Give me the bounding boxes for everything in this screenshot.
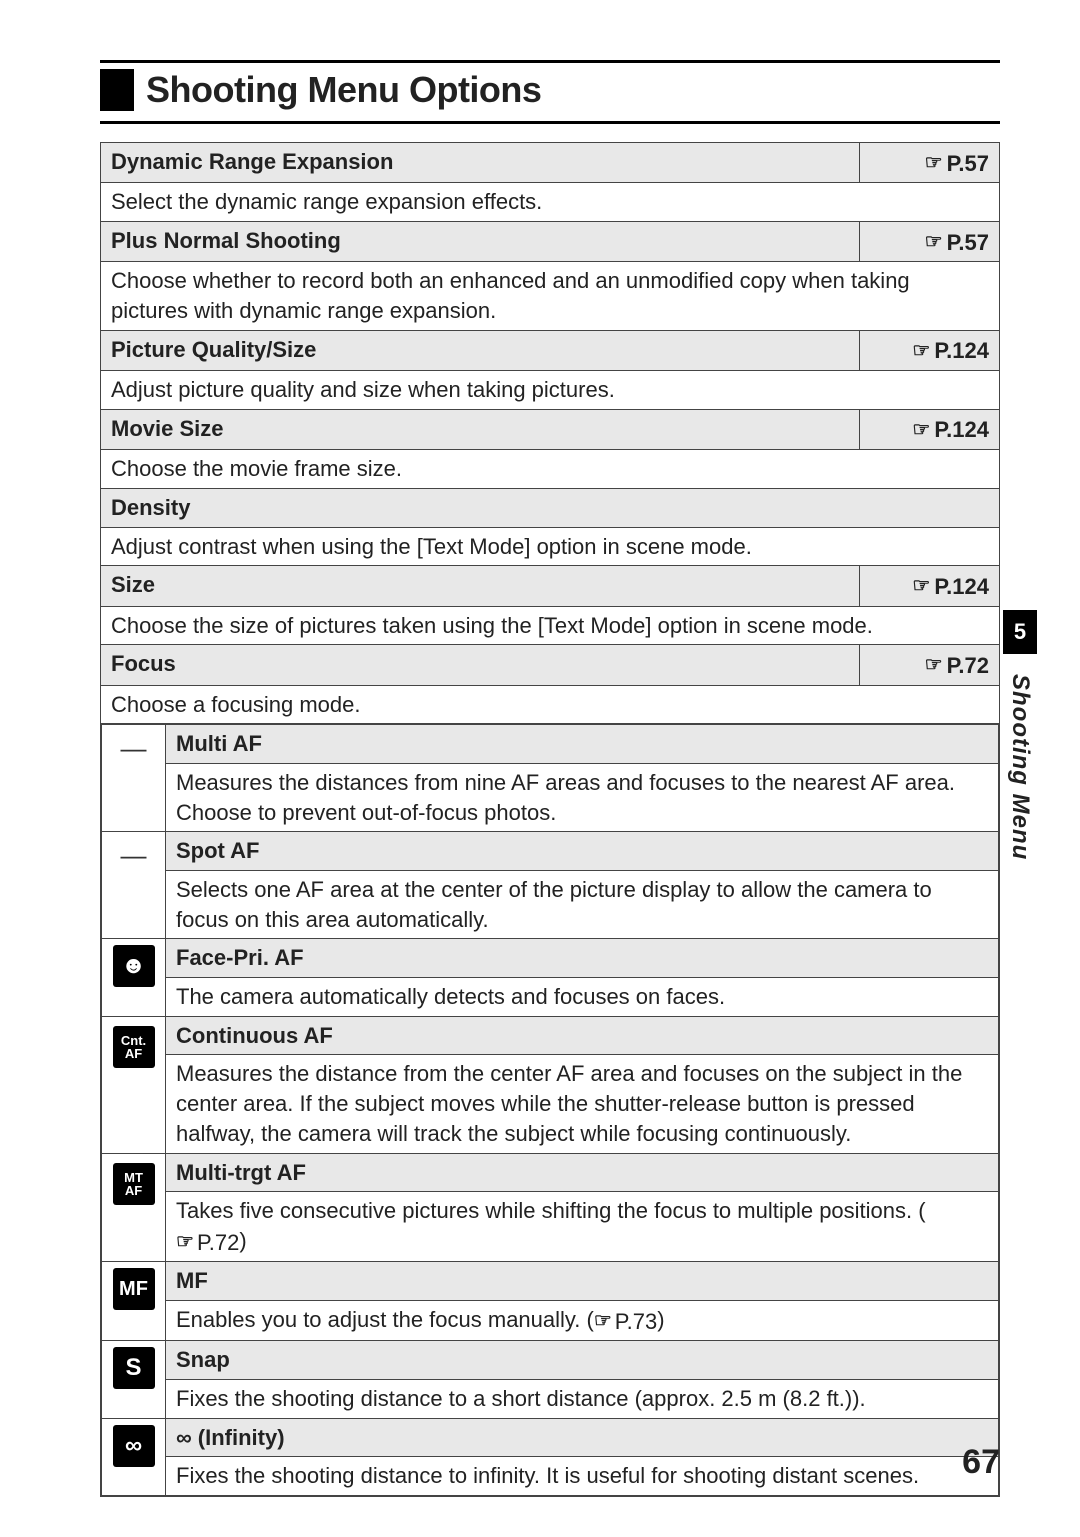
pointer-icon: ☞ — [912, 573, 930, 600]
multi-target-af-icon: MTAF — [113, 1163, 155, 1205]
focus-icon-cell: ∞ — [102, 1418, 166, 1495]
options-table: Dynamic Range Expansion☞P.57 Select the … — [100, 142, 1000, 1497]
focus-mode-row: MTAF Multi-trgt AF — [102, 1153, 999, 1192]
row-movie-size-head: Movie Size☞P.124 — [101, 409, 1000, 449]
pointer-icon: ☞ — [176, 1229, 194, 1256]
chapter-number: 5 — [1003, 610, 1037, 654]
chapter-label: Shooting Menu — [1006, 674, 1034, 860]
snap-icon: S — [113, 1347, 155, 1389]
focus-mode-row: ☻ Face-Pri. AF — [102, 939, 999, 978]
row-title: Movie Size — [101, 409, 860, 449]
focus-mode-desc: Selects one AF area at the center of the… — [166, 871, 999, 939]
row-title: Size — [101, 566, 860, 606]
focus-mode-desc: Measures the distance from the center AF… — [166, 1055, 999, 1153]
focus-mode-desc: Takes five consecutive pictures while sh… — [166, 1192, 999, 1262]
focus-mode-row: ∞ ∞ (Infinity) — [102, 1418, 999, 1457]
row-desc: Choose the movie frame size. — [101, 450, 1000, 489]
focus-icon-cell: — — [102, 725, 166, 832]
focus-mode-desc: Measures the distances from nine AF area… — [166, 763, 999, 831]
focus-mode-desc: Fixes the shooting distance to a short d… — [166, 1379, 999, 1418]
row-picture-quality-head: Picture Quality/Size☞P.124 — [101, 330, 1000, 370]
focus-mode-row: S Snap — [102, 1341, 999, 1380]
pointer-icon: ☞ — [925, 652, 943, 679]
focus-mode-name: Multi AF — [166, 725, 999, 764]
chapter-tab: 5 Shooting Menu — [1000, 610, 1040, 860]
focus-mode-row: MF MF — [102, 1262, 999, 1301]
row-plus-normal-head: Plus Normal Shooting☞P.57 — [101, 222, 1000, 262]
pointer-icon: ☞ — [925, 150, 943, 177]
focus-mode-name: MF — [166, 1262, 999, 1301]
face-icon: ☻ — [113, 945, 155, 987]
row-desc: Choose whether to record both an enhance… — [101, 262, 1000, 330]
focus-modes-table: — Multi AF Measures the distances from n… — [101, 724, 999, 1496]
row-desc: Choose the size of pictures taken using … — [101, 606, 1000, 645]
row-title: Focus — [101, 645, 860, 685]
row-ref: ☞P.124 — [860, 566, 1000, 606]
focus-mode-name: Spot AF — [166, 832, 999, 871]
focus-mode-row: Cnt.AF Continuous AF — [102, 1016, 999, 1055]
focus-mode-desc: Fixes the shooting distance to infinity.… — [166, 1457, 999, 1496]
focus-mode-name: ∞ (Infinity) — [166, 1418, 999, 1457]
pointer-icon: ☞ — [594, 1308, 612, 1335]
row-title: Plus Normal Shooting — [101, 222, 860, 262]
row-ref: ☞P.57 — [860, 222, 1000, 262]
focus-icon-cell: MTAF — [102, 1153, 166, 1262]
row-ref: ☞P.124 — [860, 409, 1000, 449]
row-density-head: Density — [101, 488, 1000, 527]
pointer-icon: ☞ — [912, 338, 930, 365]
pointer-icon: ☞ — [925, 229, 943, 256]
focus-icon-cell: ☻ — [102, 939, 166, 1016]
focus-icon-cell: S — [102, 1341, 166, 1418]
row-ref: ☞P.72 — [860, 645, 1000, 685]
row-focus-head: Focus☞P.72 — [101, 645, 1000, 685]
focus-mode-row: — Spot AF — [102, 832, 999, 871]
focus-mode-name: Multi-trgt AF — [166, 1153, 999, 1192]
row-title: Dynamic Range Expansion — [101, 143, 860, 183]
focus-mode-name: Snap — [166, 1341, 999, 1380]
dash-icon: — — [121, 840, 147, 870]
header-block-icon — [100, 69, 134, 111]
row-desc: Adjust contrast when using the [Text Mod… — [101, 527, 1000, 566]
focus-mode-row: — Multi AF — [102, 725, 999, 764]
focus-mode-desc: Enables you to adjust the focus manually… — [166, 1300, 999, 1340]
focus-mode-name: Continuous AF — [166, 1016, 999, 1055]
focus-icon-cell: — — [102, 832, 166, 939]
focus-icon-cell: Cnt.AF — [102, 1016, 166, 1153]
focus-mode-name: Face-Pri. AF — [166, 939, 999, 978]
continuous-af-icon: Cnt.AF — [113, 1026, 155, 1068]
infinity-icon: ∞ — [113, 1425, 155, 1467]
row-desc: Adjust picture quality and size when tak… — [101, 371, 1000, 410]
focus-mode-desc: The camera automatically detects and foc… — [166, 978, 999, 1017]
focus-icon-cell: MF — [102, 1262, 166, 1341]
row-title: Picture Quality/Size — [101, 330, 860, 370]
pointer-icon: ☞ — [912, 417, 930, 444]
row-dynamic-range-head: Dynamic Range Expansion☞P.57 — [101, 143, 1000, 183]
row-size-head: Size☞P.124 — [101, 566, 1000, 606]
row-title: Density — [101, 488, 1000, 527]
page-title: Shooting Menu Options — [146, 69, 541, 111]
page-number: 67 — [962, 1443, 1000, 1482]
dash-icon: — — [121, 733, 147, 763]
row-ref: ☞P.57 — [860, 143, 1000, 183]
row-ref: ☞P.124 — [860, 330, 1000, 370]
row-desc: Choose a focusing mode. — [101, 685, 1000, 724]
row-desc: Select the dynamic range expansion effec… — [101, 183, 1000, 222]
header: Shooting Menu Options — [100, 60, 1000, 124]
manual-focus-icon: MF — [113, 1268, 155, 1310]
